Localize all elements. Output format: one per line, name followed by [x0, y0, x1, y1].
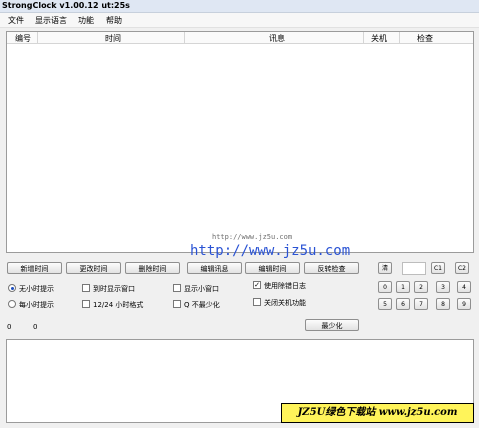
add-time-button[interactable]: 新增时间	[7, 262, 62, 274]
menu-help[interactable]: 帮助	[106, 15, 122, 26]
delete-time-button[interactable]: 删除时间	[125, 262, 180, 274]
radio-no-hour[interactable]	[8, 284, 16, 292]
cb-disable-shutdown-label: 关闭关机功能	[264, 299, 306, 307]
menu-language[interactable]: 显示语言	[35, 15, 67, 26]
radio-every-hour[interactable]	[8, 300, 16, 308]
cb-debug-log-label: 使用除错日志	[264, 282, 306, 290]
col-shutdown[interactable]: 关机	[371, 33, 387, 44]
clock-list[interactable]: 编号 时间 讯息 关机 检查	[6, 31, 474, 253]
menu-bar: 文件 显示语言 功能 帮助	[0, 13, 479, 28]
window-title: StrongClock v1.00.12 ut:25s	[2, 1, 130, 10]
title-bar: StrongClock v1.00.12 ut:25s	[0, 0, 479, 13]
key-6[interactable]: 6	[396, 298, 410, 310]
cb-q-minimize[interactable]	[173, 300, 181, 308]
invert-check-button[interactable]: 反转检查	[304, 262, 359, 274]
cb-small-window-label: 显示小窗口	[184, 285, 219, 293]
edit-message-button[interactable]: 编辑讯息	[187, 262, 242, 274]
list-header: 编号 时间 讯息 关机 检查	[7, 32, 473, 44]
key-2[interactable]: 2	[414, 281, 428, 293]
site-banner: JZ5U绿色下载站 www.jz5u.com	[281, 403, 474, 423]
col-message[interactable]: 讯息	[269, 33, 285, 44]
key-1[interactable]: 1	[396, 281, 410, 293]
counter-left: 0	[7, 323, 12, 331]
menu-function[interactable]: 功能	[78, 15, 94, 26]
cb-q-minimize-label: Q 不最少化	[184, 301, 220, 309]
cb-show-window[interactable]	[82, 284, 90, 292]
cb-12-24-label: 12/24 小时格式	[93, 301, 144, 309]
cb-show-window-label: 到时显示窗口	[93, 285, 135, 293]
c2-button[interactable]: C2	[455, 262, 469, 274]
radio-every-hour-label: 每小时提示	[19, 301, 54, 309]
edit-time-button[interactable]: 编辑时间	[245, 262, 300, 274]
key-0[interactable]: 0	[378, 281, 392, 293]
cb-12-24[interactable]	[82, 300, 90, 308]
cb-small-window[interactable]	[173, 284, 181, 292]
col-number[interactable]: 编号	[15, 33, 31, 44]
radio-no-hour-label: 无小时提示	[19, 285, 54, 293]
counter-right: 0	[33, 323, 38, 331]
clear-button[interactable]: 清	[378, 262, 392, 274]
key-9[interactable]: 9	[457, 298, 471, 310]
cb-disable-shutdown[interactable]	[253, 298, 261, 306]
key-4[interactable]: 4	[457, 281, 471, 293]
keypad-display	[402, 262, 426, 275]
c1-button[interactable]: C1	[431, 262, 445, 274]
minimize-button[interactable]: 最少化	[305, 319, 359, 331]
col-time[interactable]: 时间	[105, 33, 121, 44]
cb-debug-log[interactable]: ✓	[253, 281, 261, 289]
key-5[interactable]: 5	[378, 298, 392, 310]
menu-file[interactable]: 文件	[8, 15, 24, 26]
change-time-button[interactable]: 更改时间	[66, 262, 121, 274]
key-8[interactable]: 8	[436, 298, 450, 310]
key-7[interactable]: 7	[414, 298, 428, 310]
watermark-small: http://www.jz5u.com	[212, 233, 293, 241]
watermark-big: http://www.jz5u.com	[190, 243, 351, 259]
key-3[interactable]: 3	[436, 281, 450, 293]
col-check[interactable]: 检查	[417, 33, 433, 44]
